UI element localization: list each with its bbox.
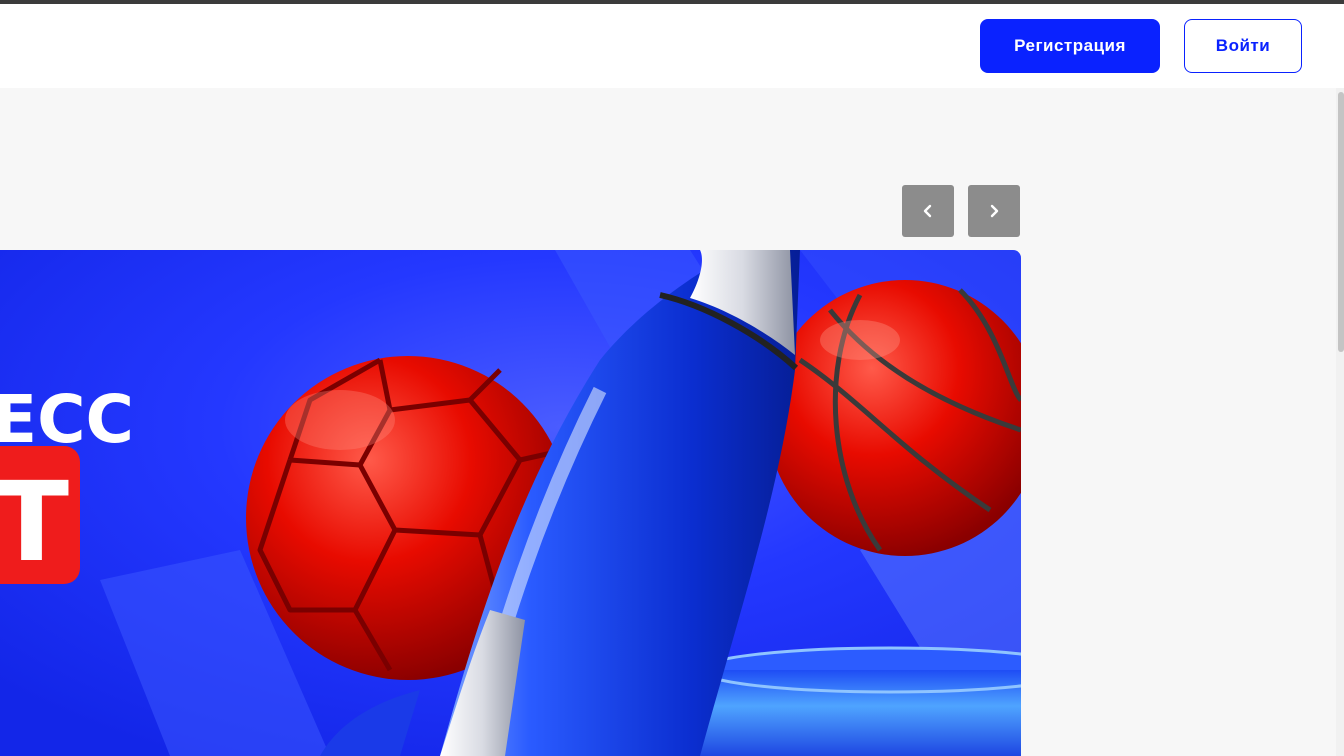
banner-badge-fragment: Т [0, 458, 69, 586]
register-button[interactable]: Регистрация [980, 19, 1160, 73]
chevron-left-icon [923, 204, 932, 218]
promo-banner-image: ЕСС Т [0, 250, 1021, 756]
carousel-prev-button[interactable] [902, 185, 954, 237]
carousel-next-button[interactable] [968, 185, 1020, 237]
site-header: Регистрация Войти [0, 4, 1344, 88]
podium-graphic [698, 646, 1021, 756]
promo-banner[interactable]: ЕСС Т [0, 250, 1021, 756]
chevron-right-icon [990, 204, 999, 218]
login-button[interactable]: Войти [1184, 19, 1302, 73]
page-scrollbar-thumb[interactable] [1338, 92, 1344, 352]
